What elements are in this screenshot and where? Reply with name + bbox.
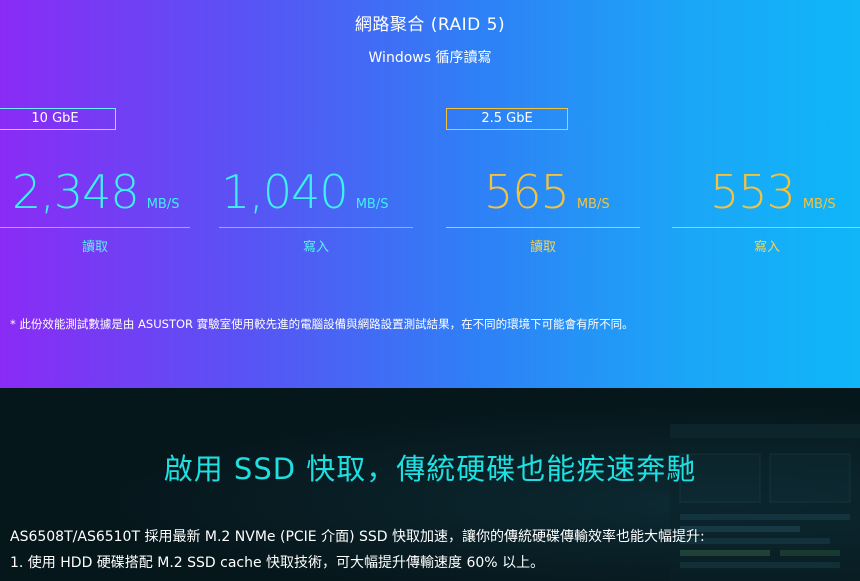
metric-value: 565 MB/S [484,160,674,237]
metric-underline [672,227,860,228]
badge-10gbe: 10 GbE [0,108,116,130]
metric-unit: MB/S [802,197,836,212]
metric-underline [0,227,190,228]
metric-2-5gbe-read: 565 MB/S 讀取 [446,160,640,255]
performance-footnote: * 此份效能測試數據是由 ASUSTOR 實驗室使用較先進的電腦設備與網路設置測… [10,317,634,331]
metric-unit: MB/S [146,197,180,212]
performance-title: 網路聚合 (RAID 5) [354,15,506,35]
performance-section: 網路聚合 (RAID 5) Windows 循序讀寫 10 GbE 2.5 Gb… [0,0,860,388]
metric-unit: MB/S [576,197,610,212]
ssd-section-title: 啟用 SSD 快取，傳統硬碟也能疾速奔馳 [163,452,697,486]
metric-10gbe-read: 2,348 MB/S 讀取 [0,160,202,255]
metric-value: 1,040 MB/S [221,160,411,237]
ssd-cache-section: 啟用 SSD 快取，傳統硬碟也能疾速奔馳 AS6508T/AS6510T 採用最… [0,388,860,581]
metric-value: 2,348 MB/S [12,160,202,237]
ssd-paragraph-point-1: 1. 使用 HDD 硬碟搭配 M.2 SSD cache 快取技術，可大幅提升傳… [10,555,545,571]
metric-number: 553 [710,165,796,219]
metric-unit: MB/S [355,197,389,212]
metric-underline [219,227,413,228]
metric-value: 553 MB/S [710,160,860,237]
performance-subtitle: Windows 循序讀寫 [368,50,492,66]
metric-number: 2,348 [12,165,140,219]
metric-10gbe-write: 1,040 MB/S 寫入 [219,160,413,255]
metric-number: 565 [484,165,570,219]
metric-underline [446,227,640,228]
badge-2-5gbe: 2.5 GbE [446,108,568,130]
ssd-paragraph-intro: AS6508T/AS6510T 採用最新 M.2 NVMe (PCIE 介面) … [10,529,705,545]
metric-label: 讀取 [529,240,556,255]
metric-number: 1,040 [221,165,349,219]
metric-label: 寫入 [302,240,329,255]
metric-label: 寫入 [753,240,780,255]
metric-label: 讀取 [81,240,108,255]
metric-2-5gbe-write: 553 MB/S 寫入 [672,160,860,255]
